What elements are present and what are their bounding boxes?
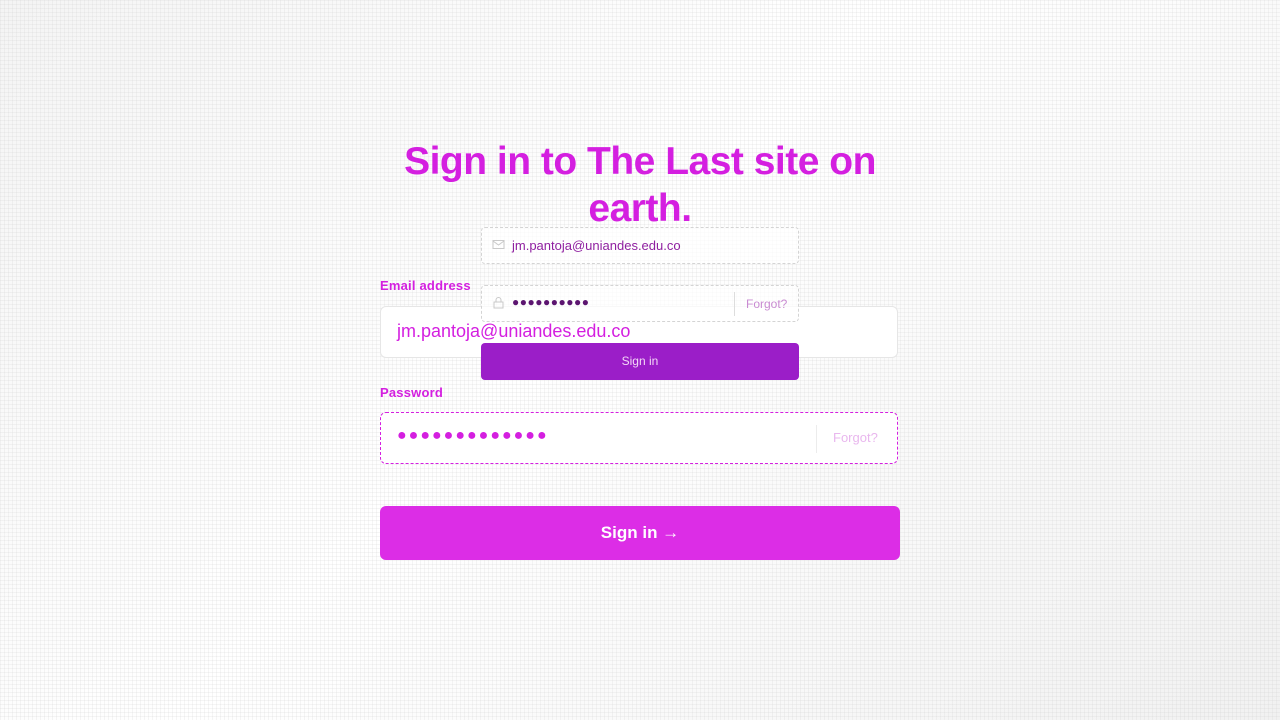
overlay-password-field[interactable]: ●●●●●●●●●● Forgot? <box>481 285 799 322</box>
sign-in-button[interactable]: Sign in → <box>380 506 900 560</box>
email-value: jm.pantoja@uniandes.edu.co <box>397 321 631 341</box>
password-label: Password <box>380 385 444 400</box>
forgot-password-link[interactable]: Forgot? <box>833 430 878 445</box>
overlay-email-value: jm.pantoja@uniandes.edu.co <box>512 238 681 253</box>
overlay-password-value: ●●●●●●●●●● <box>512 295 590 309</box>
page-title: Sign in to The Last site on earth. <box>404 140 876 230</box>
overlay-forgot-link[interactable]: Forgot? <box>746 297 787 311</box>
overlay-sign-in-button[interactable]: Sign in <box>481 343 799 380</box>
password-field[interactable]: ●●●●●●●●●●●●● Forgot? <box>380 412 898 464</box>
mail-icon <box>492 238 505 251</box>
email-label: Email address <box>380 278 471 293</box>
overlay-email-field[interactable]: jm.pantoja@uniandes.edu.co <box>481 227 799 264</box>
lock-icon <box>492 296 505 309</box>
password-value: ●●●●●●●●●●●●● <box>397 427 549 444</box>
password-divider <box>816 425 817 453</box>
overlay-password-divider <box>734 292 735 316</box>
